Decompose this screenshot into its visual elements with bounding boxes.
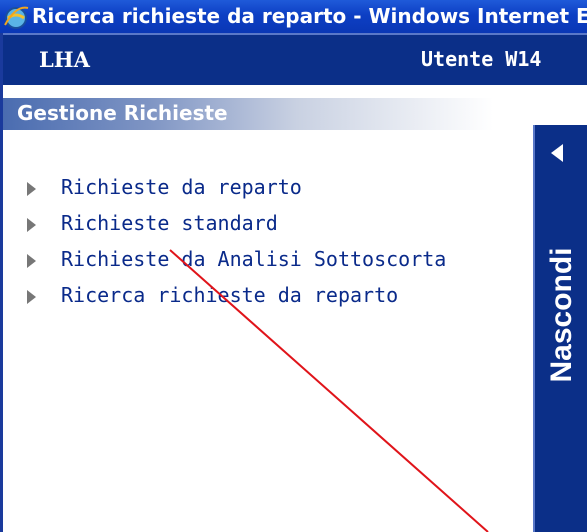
app-header: LHA Utente W14 <box>0 33 587 85</box>
user-label: Utente W14 <box>421 47 542 71</box>
window-title: Ricerca richieste da reparto - Windows I… <box>32 4 587 28</box>
triangle-right-icon <box>27 290 36 304</box>
menu-item-label: Ricerca richieste da reparto <box>61 283 399 307</box>
menu-item-label: Richieste standard <box>61 211 278 235</box>
menu-item-label: Richieste da reparto <box>61 175 302 199</box>
hide-panel-label: Nascondi <box>545 247 578 383</box>
menu-item-label: Richieste da Analisi Sottoscorta <box>61 247 447 271</box>
window-titlebar: Ricerca richieste da reparto - Windows I… <box>0 0 587 33</box>
ie-icon <box>4 6 29 29</box>
panel-title: Gestione Richieste <box>17 101 228 125</box>
triangle-right-icon <box>27 182 36 196</box>
triangle-right-icon <box>27 218 36 232</box>
app-name: LHA <box>39 47 90 72</box>
panel-header: Gestione Richieste <box>3 98 493 130</box>
arrow-left-icon <box>551 144 563 162</box>
hide-panel-button[interactable]: Nascondi <box>533 125 587 532</box>
triangle-right-icon <box>27 254 36 268</box>
